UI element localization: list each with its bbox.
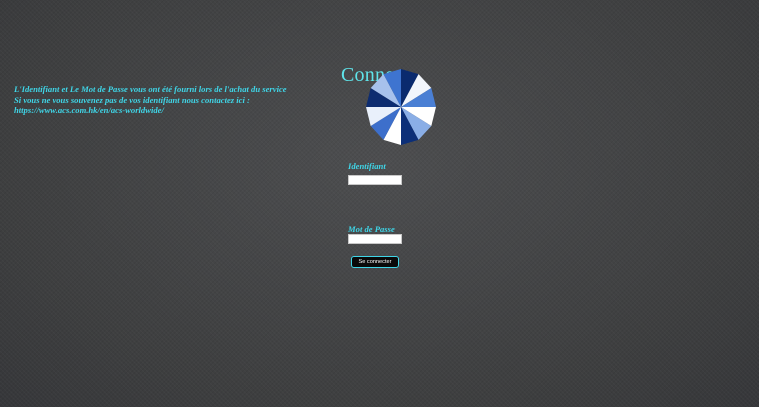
- info-line-credentials: L'Identifiant et Le Mot de Passe vous on…: [14, 84, 287, 94]
- username-input[interactable]: [348, 175, 402, 185]
- info-text: L'Identifiant et Le Mot de Passe vous on…: [14, 84, 314, 116]
- password-input[interactable]: [348, 234, 402, 244]
- username-label: Identifiant: [348, 161, 386, 171]
- password-label: Mot de Passe: [348, 224, 395, 234]
- loading-spinner-icon: [366, 69, 436, 145]
- login-button[interactable]: Se connecter: [351, 256, 399, 268]
- info-link[interactable]: https://www.acs.com.hk/en/acs-worldwide/: [14, 105, 314, 116]
- info-line-contact: Si vous ne vous souvenez pas de vos iden…: [14, 94, 250, 105]
